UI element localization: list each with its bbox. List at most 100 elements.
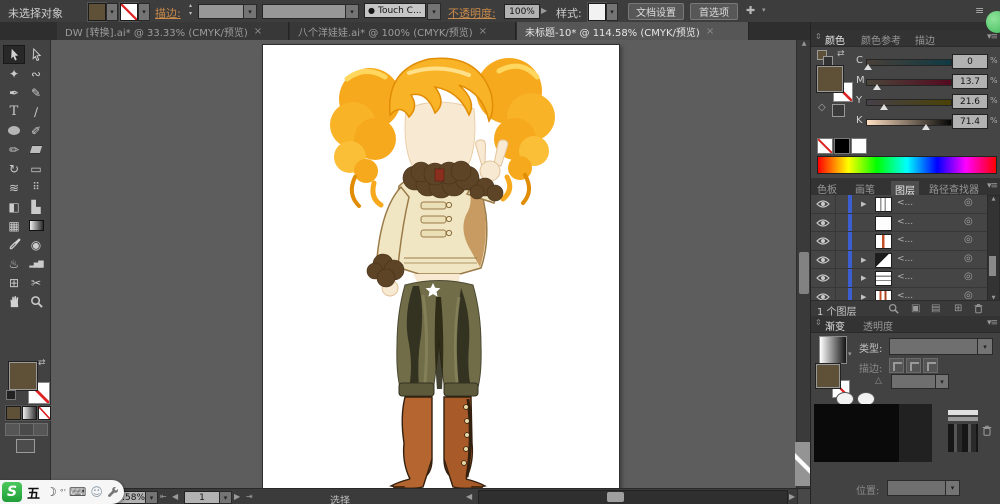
stroke-within-button[interactable] [889,358,904,373]
ime-skin-icon[interactable]: ☺ [90,485,103,499]
artboard[interactable] [262,44,620,488]
stepper-up-icon[interactable]: ▴ [189,2,192,9]
target-icon[interactable]: ◎ [964,234,973,245]
close-icon[interactable]: × [479,26,487,37]
vertical-scroll-thumb[interactable] [799,252,809,294]
document-tab-active[interactable]: 未标题-10* @ 114.58% (CMYK/预览) × [517,22,749,40]
horizontal-scrollbar[interactable] [478,490,788,504]
location-dd-icon[interactable]: ▾ [945,480,960,496]
stroke-color-swatch[interactable] [120,3,138,21]
scroll-up-icon[interactable]: ▲ [988,196,999,202]
fill-color-swatch[interactable] [88,3,106,21]
swap-fill-stroke-icon[interactable]: ⇄ [38,358,46,368]
paintbrush-tool[interactable]: ✐ [25,121,47,140]
stepper-down-icon[interactable]: ▾ [189,10,192,17]
artboard-dd-icon[interactable]: ▾ [219,491,232,504]
fill-proxy[interactable] [816,364,840,388]
artboard-number-field[interactable]: 1 [184,491,220,504]
opacity-stepper-icon[interactable]: ▶ [541,6,547,15]
color-mode-button[interactable] [6,406,21,420]
scroll-up-icon[interactable]: ▲ [797,40,811,52]
fill-proxy[interactable] [9,362,37,390]
opacity-field[interactable]: 100% [504,4,540,19]
visibility-eye-icon[interactable] [816,255,830,265]
layer-row[interactable]: <... ◎ [811,214,1000,233]
rotate-tool[interactable]: ↻ [3,159,25,178]
slider-thumb-icon[interactable] [922,124,930,130]
layer-name[interactable]: <... [897,198,913,208]
close-icon[interactable]: × [706,26,714,37]
brush-dd-icon[interactable]: ▾ [427,3,441,20]
mesh-tool[interactable]: ▦ [3,216,25,235]
prev-artboard-icon[interactable]: ◀ [172,492,178,501]
expand-icon[interactable]: ▶ [861,256,866,264]
layer-thumbnail[interactable] [875,234,892,249]
new-sublayer-icon[interactable]: ▤ [931,303,940,314]
layer-thumbnail[interactable] [875,271,892,286]
eyedropper-tool[interactable] [3,235,25,254]
draw-behind-button[interactable] [19,423,34,436]
stroke-across-button[interactable] [923,358,938,373]
scroll-right-icon[interactable]: ▶ [789,492,795,501]
target-icon[interactable]: ◎ [964,197,973,208]
tab-color-guide[interactable]: 颜色参考 [861,32,901,47]
panel-collapse-icon[interactable]: ⇕ [815,32,822,41]
selection-tool[interactable] [3,45,25,64]
location-dropdown[interactable] [887,480,947,496]
collapse-panels-icon[interactable]: ≡ [975,4,984,17]
document-setup-button[interactable]: 文档设置 [628,3,684,20]
layer-name[interactable]: <... [897,291,913,301]
new-layer-icon[interactable]: ⊞ [954,303,962,314]
close-icon[interactable]: × [254,26,262,37]
ime-keyboard-icon[interactable]: ⌨ [69,485,86,499]
channel-slider[interactable] [866,99,952,106]
stroke-dropdown-icon[interactable]: ▾ [138,3,150,21]
panel-menu-icon[interactable]: ▾≡ [987,318,997,328]
tab-transparency[interactable]: 透明度 [863,318,893,333]
direct-selection-tool[interactable] [25,45,47,64]
layer-row[interactable]: ▶ <... ◎ [811,195,1000,214]
brush-definition-dropdown[interactable]: ● Touch C... [364,3,426,18]
channel-value-field[interactable]: 21.6 [952,94,988,109]
ime-mode-wubi[interactable]: 五 [27,483,40,502]
layers-scrollbar[interactable]: ▲ ▼ [987,195,1000,302]
delete-layer-trash-icon[interactable] [973,303,984,314]
opacity-link[interactable]: 不透明度: [448,5,496,21]
ime-moon-icon[interactable]: ☽ [46,485,57,499]
perspective-grid-tool[interactable]: ▙ [25,197,47,216]
lasso-tool[interactable]: ∾ [25,64,47,83]
vertical-scrollbar[interactable]: ▲ [796,40,811,488]
tab-color[interactable]: 颜色 [825,32,845,47]
first-artboard-icon[interactable]: ⇤ [160,492,167,501]
panel-menu-icon[interactable]: ▾≡ [987,181,997,191]
tab-stroke[interactable]: 描边 [915,32,935,47]
stroke-weight-link[interactable]: 描边: [155,5,181,21]
layer-name[interactable]: <... [897,217,913,227]
ellipse-tool[interactable] [3,121,25,140]
visibility-eye-icon[interactable] [816,218,830,228]
document-tab[interactable]: DW [转换].ai* @ 33.33% (CMYK/预览) × [57,22,289,40]
clipping-mask-icon[interactable]: ▣ [911,303,920,314]
last-artboard-icon[interactable]: ⇥ [246,492,253,501]
target-icon[interactable]: ◎ [964,216,973,227]
layer-name[interactable]: <... [897,254,913,264]
target-icon[interactable]: ◎ [964,290,973,301]
black-swatch[interactable] [834,138,850,154]
blend-tool[interactable]: ◉ [25,235,47,254]
channel-value-field[interactable]: 13.7 [952,74,988,89]
eraser-tool[interactable] [25,140,47,159]
visibility-eye-icon[interactable] [816,236,830,246]
draw-inside-button[interactable] [33,423,48,436]
target-icon[interactable]: ◎ [964,253,973,264]
gradient-type-dd-icon[interactable]: ▾ [977,338,993,355]
zoom-tool[interactable] [25,292,47,311]
snap-options-icon[interactable]: ✚ [746,4,755,17]
channel-value-field[interactable]: 71.4 [952,114,988,129]
symbol-sprayer-tool[interactable]: ♨ [3,254,25,273]
sogou-ime-bar[interactable]: S 五 ☽ °' ⌨ ☺ [0,480,124,504]
tab-swatches[interactable]: 色板 [817,181,837,196]
layer-thumbnail[interactable] [875,253,892,268]
hand-tool[interactable] [3,292,25,311]
layer-thumbnail[interactable] [875,197,892,212]
default-fill-stroke-icon[interactable] [6,390,16,400]
